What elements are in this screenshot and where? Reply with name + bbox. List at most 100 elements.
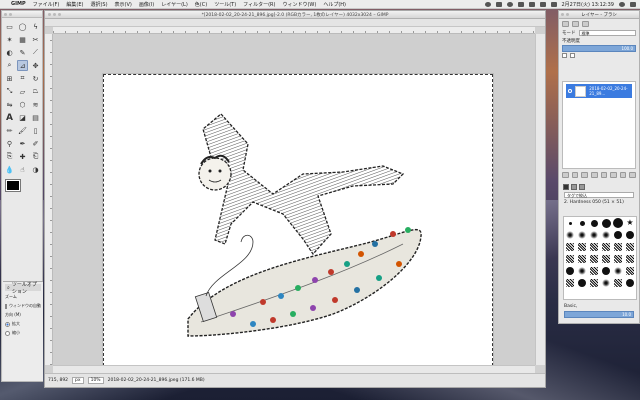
sync-icon[interactable] <box>484 2 491 7</box>
new-layer-button[interactable] <box>562 172 569 178</box>
brush-item[interactable] <box>602 243 610 251</box>
ellipse-select-tool[interactable]: ◯ <box>17 21 28 32</box>
new-layer-group-button[interactable] <box>571 172 579 178</box>
image-window-titlebar[interactable]: *[2018-02-02_20-24-21_896.jpg]-2.0 (RGBカ… <box>45 11 545 19</box>
mode-select[interactable]: 標準 <box>578 30 636 36</box>
volume-icon[interactable] <box>539 2 546 7</box>
brush-item[interactable] <box>566 231 574 239</box>
brush-item[interactable] <box>602 279 610 287</box>
brush-item[interactable] <box>590 267 598 275</box>
menu-layer[interactable]: レイヤー(L) <box>161 1 188 8</box>
brush-item[interactable] <box>614 267 622 275</box>
dock-titlebar[interactable]: レイヤー - ブラシ <box>559 11 639 19</box>
notification-center-icon[interactable] <box>630 2 636 7</box>
brush-item[interactable] <box>614 243 622 251</box>
spotlight-icon[interactable] <box>619 2 625 7</box>
ink-tool[interactable]: ✒ <box>17 138 28 149</box>
brush-item[interactable] <box>601 218 611 228</box>
layer-item[interactable]: 2018-02-02_20-24-21_89... <box>566 84 632 98</box>
duplicate-layer-button[interactable] <box>600 172 608 178</box>
tag-filter-input[interactable]: タグで絞込 <box>564 192 634 198</box>
mask-layer-button[interactable] <box>619 172 627 178</box>
smudge-tool[interactable]: ☝ <box>17 164 28 175</box>
gradients-tab[interactable] <box>579 184 585 190</box>
eraser-tool[interactable]: ▯ <box>30 125 41 136</box>
patterns-tab[interactable] <box>571 184 577 190</box>
brush-item[interactable] <box>590 231 598 239</box>
color-select-tool[interactable]: ▦ <box>17 34 28 45</box>
menu-tools[interactable]: ツール(T) <box>214 1 236 8</box>
brush-item[interactable] <box>602 255 610 263</box>
battery-icon[interactable] <box>550 2 557 7</box>
lower-layer-button[interactable] <box>590 172 598 178</box>
dodge-burn-tool[interactable]: ◑ <box>30 164 41 175</box>
brush-item[interactable] <box>566 243 574 251</box>
clock[interactable]: 2月27日(火) 13:12:39 <box>562 1 615 8</box>
close-icon[interactable] <box>4 13 7 16</box>
brush-item[interactable] <box>626 267 634 275</box>
brush-item[interactable] <box>578 267 586 275</box>
resize-window-option[interactable]: ウィンドウの自動 <box>5 303 41 309</box>
brush-item[interactable] <box>613 218 623 228</box>
paths-tab-icon[interactable] <box>582 21 589 27</box>
vertical-scrollbar[interactable] <box>535 34 545 365</box>
foreground-select-tool[interactable]: ◐ <box>4 47 15 58</box>
lock-pixels-checkbox[interactable] <box>562 53 567 58</box>
fuzzy-select-tool[interactable]: ✶ <box>4 34 15 45</box>
cage-tool[interactable]: ⬡ <box>17 99 28 110</box>
brush-item[interactable] <box>578 243 586 251</box>
toolbox-titlebar[interactable] <box>2 11 42 18</box>
shear-tool[interactable]: ▱ <box>17 86 28 97</box>
zoom-select[interactable]: 10% <box>87 377 104 384</box>
brush-item[interactable] <box>566 279 574 287</box>
foreground-color[interactable] <box>5 179 21 192</box>
menu-colors[interactable]: 色(C) <box>195 1 207 8</box>
unit-select[interactable]: px <box>72 377 84 384</box>
timemachine-icon[interactable] <box>506 2 513 7</box>
perspective-tool[interactable]: ⏢ <box>30 86 41 97</box>
horizontal-scrollbar[interactable] <box>53 365 535 373</box>
channels-tab-icon[interactable] <box>572 21 579 27</box>
rect-select-tool[interactable]: ▭ <box>4 21 15 32</box>
scale-tool[interactable]: ⤡ <box>4 86 15 97</box>
blur-tool[interactable]: 💧 <box>4 164 15 175</box>
free-select-tool[interactable]: ϟ <box>30 21 41 32</box>
text-tool[interactable]: A <box>4 112 15 123</box>
menu-windows[interactable]: ウィンドウ(W) <box>282 1 316 8</box>
airbrush-tool[interactable]: ⚲ <box>4 138 15 149</box>
brush-item[interactable] <box>614 255 622 263</box>
menu-select[interactable]: 選択(S) <box>90 1 107 8</box>
brush-item[interactable] <box>626 243 634 251</box>
image-canvas[interactable] <box>103 74 493 366</box>
brush-item[interactable] <box>614 279 622 287</box>
brush-item[interactable] <box>578 279 586 287</box>
horizontal-ruler[interactable] <box>53 27 535 34</box>
menu-image[interactable]: 画像(I) <box>139 1 154 8</box>
lock-alpha-checkbox[interactable] <box>570 53 575 58</box>
anchor-layer-button[interactable] <box>610 172 617 178</box>
brush-item[interactable] <box>590 243 598 251</box>
resize-window-checkbox[interactable] <box>5 303 7 309</box>
brush-item[interactable] <box>602 267 610 275</box>
brushes-tab[interactable] <box>563 184 569 190</box>
brush-item[interactable] <box>579 220 585 226</box>
brush-item[interactable] <box>626 231 634 239</box>
paintbrush-tool[interactable]: 🖌 <box>17 125 28 136</box>
flip-tool[interactable]: ⇋ <box>4 99 15 110</box>
warp-tool[interactable]: ≋ <box>30 99 41 110</box>
pencil-tool[interactable]: ✏ <box>4 125 15 136</box>
spacing-slider[interactable]: 10.0 <box>564 311 634 318</box>
menu-filters[interactable]: フィルター(R) <box>243 1 275 8</box>
measure-tool[interactable]: ⊿ <box>17 60 28 71</box>
display-icon[interactable] <box>495 2 502 7</box>
zoom-icon[interactable] <box>58 13 61 16</box>
scissors-tool[interactable]: ✂ <box>30 34 41 45</box>
opacity-slider[interactable]: 100.0 <box>562 45 636 52</box>
minimize-icon[interactable] <box>9 13 12 16</box>
menu-view[interactable]: 表示(V) <box>115 1 132 8</box>
zoom-out-radio[interactable] <box>5 330 10 336</box>
layer-name[interactable]: 2018-02-02_20-24-21_89... <box>589 86 630 96</box>
delete-layer-button[interactable] <box>629 172 636 178</box>
visibility-eye-icon[interactable] <box>568 89 573 93</box>
mypaint-brush-tool[interactable]: ✐ <box>30 138 41 149</box>
